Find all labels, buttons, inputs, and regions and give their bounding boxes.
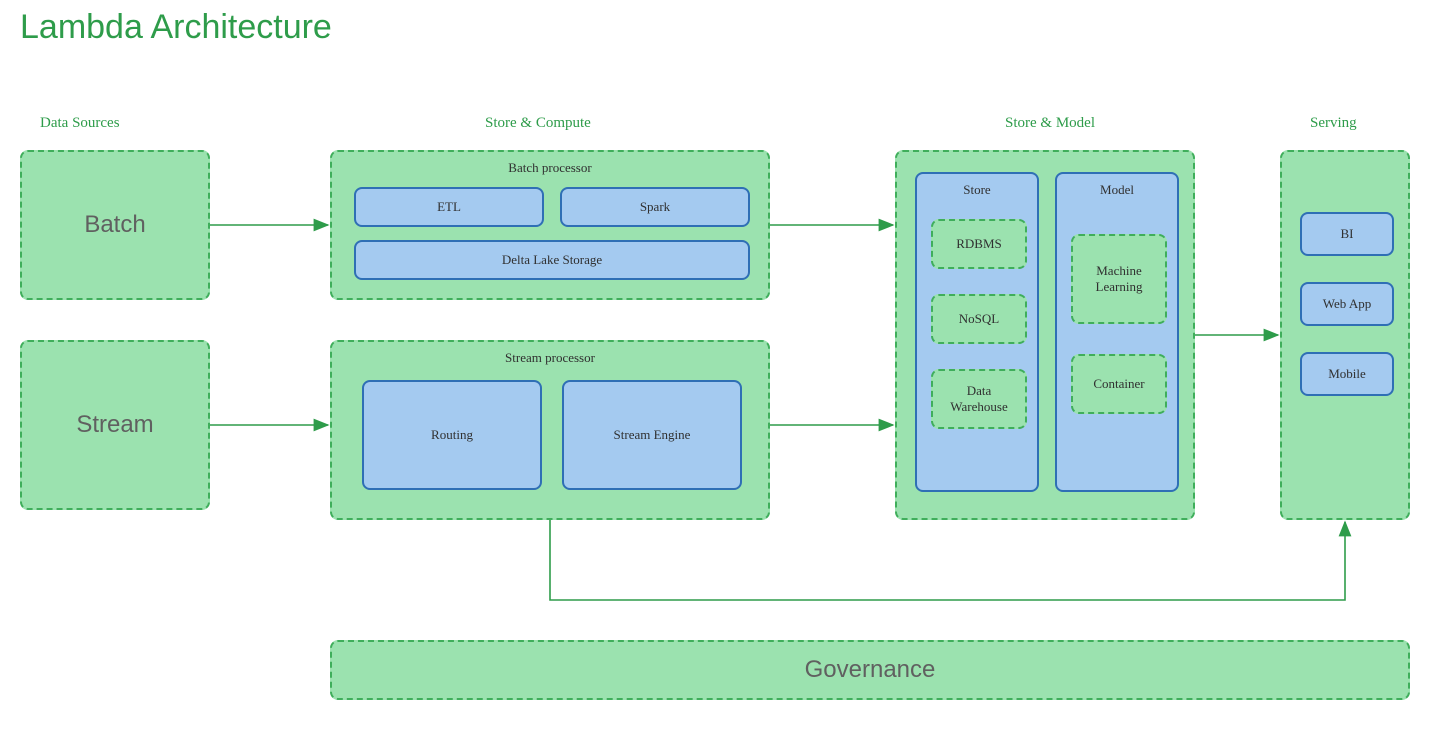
col-head-store-compute: Store & Compute bbox=[485, 115, 591, 132]
tech-container: Container bbox=[1071, 354, 1167, 414]
sub-store-title: Store bbox=[917, 182, 1037, 198]
tech-nosql: NoSQL bbox=[931, 294, 1027, 344]
tech-stream-engine: Stream Engine bbox=[562, 380, 742, 490]
governance-bar: Governance bbox=[330, 640, 1410, 700]
serving-group: BI Web App Mobile bbox=[1280, 150, 1410, 520]
tech-delta-lake: Delta Lake Storage bbox=[354, 240, 750, 280]
stream-processor: Stream processor Routing Stream Engine bbox=[330, 340, 770, 520]
governance-label: Governance bbox=[805, 656, 936, 684]
tech-routing: Routing bbox=[362, 380, 542, 490]
tech-data-warehouse-label: Data Warehouse bbox=[950, 383, 1007, 414]
sub-model-title: Model bbox=[1057, 182, 1177, 198]
tech-bi: BI bbox=[1300, 212, 1394, 256]
tech-stream-engine-label: Stream Engine bbox=[614, 427, 691, 443]
tech-container-label: Container bbox=[1093, 376, 1144, 392]
tech-nosql-label: NoSQL bbox=[959, 311, 999, 327]
tech-rdbms: RDBMS bbox=[931, 219, 1027, 269]
tech-web-app: Web App bbox=[1300, 282, 1394, 326]
tech-mobile: Mobile bbox=[1300, 352, 1394, 396]
batch-processor: Batch processor ETL Spark Delta Lake Sto… bbox=[330, 150, 770, 300]
source-batch-label: Batch bbox=[84, 211, 145, 239]
arrow-streamproc-to-serving-elbow bbox=[550, 520, 1345, 600]
tech-spark-label: Spark bbox=[640, 199, 670, 215]
col-head-serving: Serving bbox=[1310, 115, 1357, 132]
stream-processor-title: Stream processor bbox=[332, 350, 768, 366]
sub-model: Model Machine Learning Container bbox=[1055, 172, 1179, 492]
tech-etl-label: ETL bbox=[437, 199, 461, 215]
source-batch: Batch bbox=[20, 150, 210, 300]
col-head-data-sources: Data Sources bbox=[40, 115, 120, 132]
store-model-group: Store RDBMS NoSQL Data Warehouse Model M… bbox=[895, 150, 1195, 520]
tech-machine-learning: Machine Learning bbox=[1071, 234, 1167, 324]
tech-data-warehouse: Data Warehouse bbox=[931, 369, 1027, 429]
tech-bi-label: BI bbox=[1341, 226, 1354, 242]
tech-ml-label: Machine Learning bbox=[1096, 263, 1143, 294]
batch-processor-title: Batch processor bbox=[332, 160, 768, 176]
tech-web-app-label: Web App bbox=[1323, 296, 1371, 312]
tech-rdbms-label: RDBMS bbox=[956, 236, 1002, 252]
col-head-store-model: Store & Model bbox=[1005, 115, 1095, 132]
source-stream-label: Stream bbox=[76, 411, 153, 439]
page-title: Lambda Architecture bbox=[20, 8, 332, 47]
tech-spark: Spark bbox=[560, 187, 750, 227]
tech-routing-label: Routing bbox=[431, 427, 473, 443]
tech-mobile-label: Mobile bbox=[1328, 366, 1366, 382]
tech-etl: ETL bbox=[354, 187, 544, 227]
sub-store: Store RDBMS NoSQL Data Warehouse bbox=[915, 172, 1039, 492]
source-stream: Stream bbox=[20, 340, 210, 510]
tech-delta-lake-label: Delta Lake Storage bbox=[502, 252, 602, 268]
